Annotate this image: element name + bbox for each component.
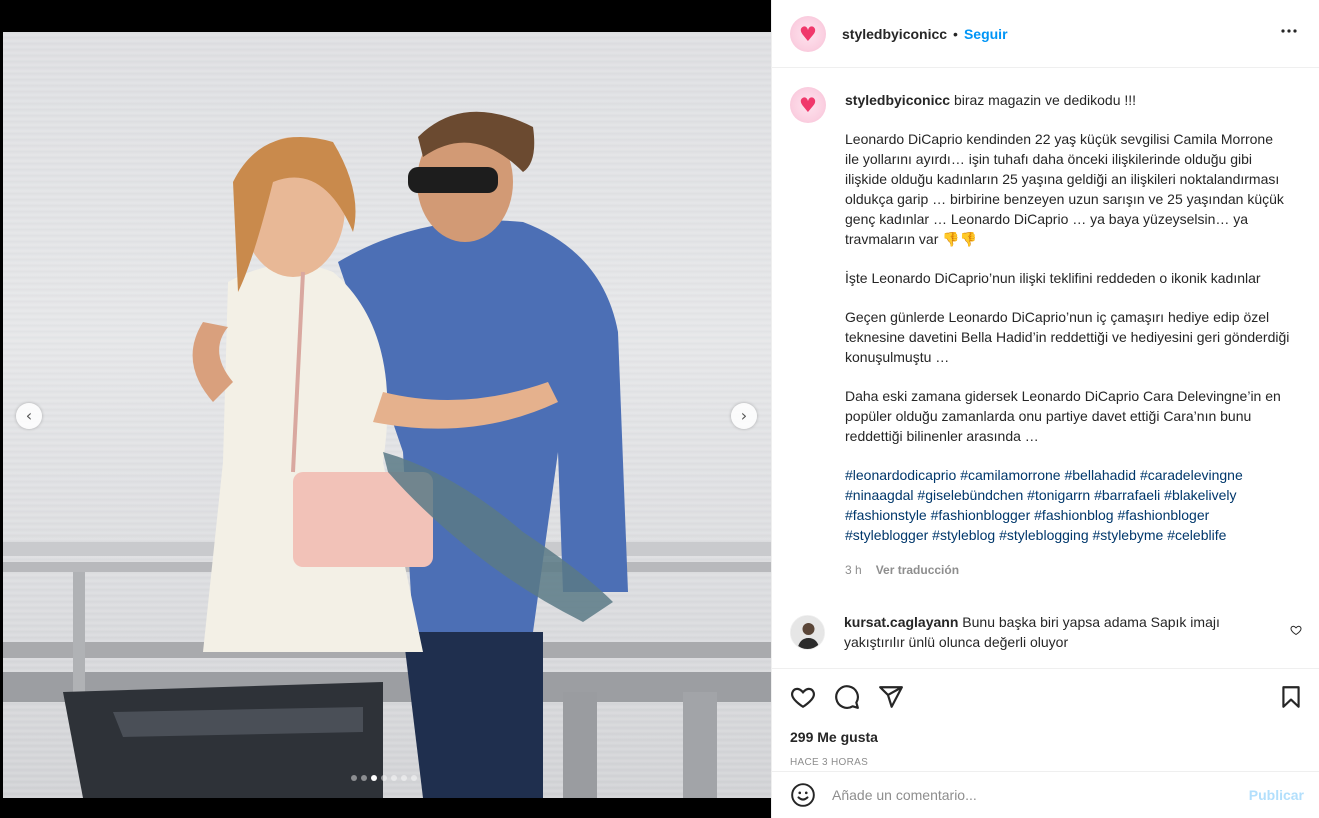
caption-scroll-area[interactable]: ♥ styledbyiconicc biraz magazin ve dedik… (772, 69, 1319, 667)
carousel-dot (371, 775, 377, 781)
carousel-dot (411, 775, 417, 781)
carousel-dot (391, 775, 397, 781)
hashtag-link[interactable]: #camilamorrone (960, 467, 1060, 483)
hashtag-link[interactable]: #stylebyme (1093, 527, 1164, 543)
carousel-dot (351, 775, 357, 781)
carousel-next-button[interactable]: › (731, 403, 757, 429)
caption-intro: styledbyiconicc biraz magazin ve dedikod… (845, 90, 1290, 110)
hashtag-link[interactable]: #ninaagdal (845, 487, 914, 503)
header-separator: • (953, 25, 958, 42)
commenter-username[interactable]: kursat.caglayann (844, 614, 958, 630)
publish-button[interactable]: Publicar (1249, 787, 1304, 803)
follow-button[interactable]: Seguir (964, 26, 1008, 42)
chevron-left-icon: ‹ (25, 406, 33, 425)
hashtag-link[interactable]: #tonigarrn (1027, 487, 1090, 503)
caption-author-avatar[interactable]: ♥ (790, 87, 826, 123)
heart-logo-icon: ♥ (799, 93, 817, 117)
post-photo[interactable] (3, 32, 771, 798)
caption-username[interactable]: styledbyiconicc (845, 92, 950, 108)
hashtag-link[interactable]: #fashionblogger (931, 507, 1031, 523)
hashtag-link[interactable]: #bellahadid (1064, 467, 1136, 483)
caption-paragraph-4: Daha eski zamana gidersek Leonardo DiCap… (845, 388, 1281, 444)
post-actions-bar (772, 668, 1319, 717)
heart-icon[interactable] (790, 684, 816, 713)
hashtag-link[interactable]: #fashionbloger (1117, 507, 1209, 523)
carousel-indicator (351, 775, 417, 781)
caption-body: styledbyiconicc biraz magazin ve dedikod… (845, 87, 1290, 580)
hashtag-link[interactable]: #giselebündchen (917, 487, 1023, 503)
caption-age: 3 h (845, 563, 862, 577)
comment-body: kursat.caglayann Bunu başka biri yapsa a… (844, 612, 1284, 652)
likes-count[interactable]: 299 Me gusta (790, 729, 878, 745)
caption-meta: 3 h Ver traducción (845, 560, 1290, 580)
carousel-dot (381, 775, 387, 781)
caption: ♥ styledbyiconicc biraz magazin ve dedik… (790, 87, 1302, 580)
commenter-avatar[interactable] (790, 615, 825, 650)
caption-hashtags: #leonardodicaprio #camilamorrone #bellah… (845, 465, 1290, 545)
caption-intro-text: biraz magazin ve dedikodu !!! (953, 92, 1137, 108)
post-detail-panel: ♥ styledbyiconicc • Seguir ♥ styledbyico… (771, 0, 1319, 818)
hashtag-link[interactable]: #caradelevingne (1140, 467, 1243, 483)
hashtag-link[interactable]: #styleblogger (845, 527, 928, 543)
heart-logo-icon: ♥ (799, 21, 817, 46)
carousel-prev-button[interactable]: ‹ (16, 403, 42, 429)
post-media: ‹ › (0, 0, 771, 818)
carousel-dot (361, 775, 367, 781)
comment-item: kursat.caglayann Bunu başka biri yapsa a… (790, 612, 1302, 652)
emoji-icon[interactable] (790, 782, 816, 808)
chevron-right-icon: › (740, 406, 748, 425)
hashtag-link[interactable]: #blakelively (1164, 487, 1236, 503)
caption-paragraph-2: İşte Leonardo DiCaprio’nun ilişki teklif… (845, 270, 1261, 286)
comment-like-heart-icon[interactable] (1290, 623, 1302, 652)
hashtag-link[interactable]: #styleblog (932, 527, 995, 543)
carousel-dot (401, 775, 407, 781)
translate-link[interactable]: Ver traducción (876, 560, 959, 580)
hashtag-link[interactable]: #leonardodicaprio (845, 467, 956, 483)
bookmark-icon[interactable] (1278, 684, 1304, 713)
author-avatar[interactable]: ♥ (790, 15, 826, 52)
photo-illustration (3, 111, 771, 798)
hashtag-link[interactable]: #barrafaeli (1094, 487, 1160, 503)
hashtag-link[interactable]: #fashionblog (1034, 507, 1113, 523)
comment-icon[interactable] (834, 684, 860, 713)
caption-paragraph-1: Leonardo DiCaprio kendinden 22 yaş küçük… (845, 131, 1284, 247)
add-comment-bar: Publicar (772, 771, 1319, 818)
post-time-ago: HACE 3 HORAS (790, 757, 869, 768)
more-options-icon[interactable] (1277, 19, 1301, 48)
comment-input[interactable] (832, 787, 1249, 803)
author-username[interactable]: styledbyiconicc (842, 26, 947, 42)
hashtag-link[interactable]: #fashionstyle (845, 507, 927, 523)
post-header: ♥ styledbyiconicc • Seguir (772, 0, 1319, 68)
share-icon[interactable] (878, 684, 904, 713)
hashtag-link[interactable]: #styleblogging (999, 527, 1089, 543)
hashtag-link[interactable]: #celeblife (1167, 527, 1226, 543)
caption-paragraph-3: Geçen günlerde Leonardo DiCaprio’nun iç … (845, 309, 1290, 365)
